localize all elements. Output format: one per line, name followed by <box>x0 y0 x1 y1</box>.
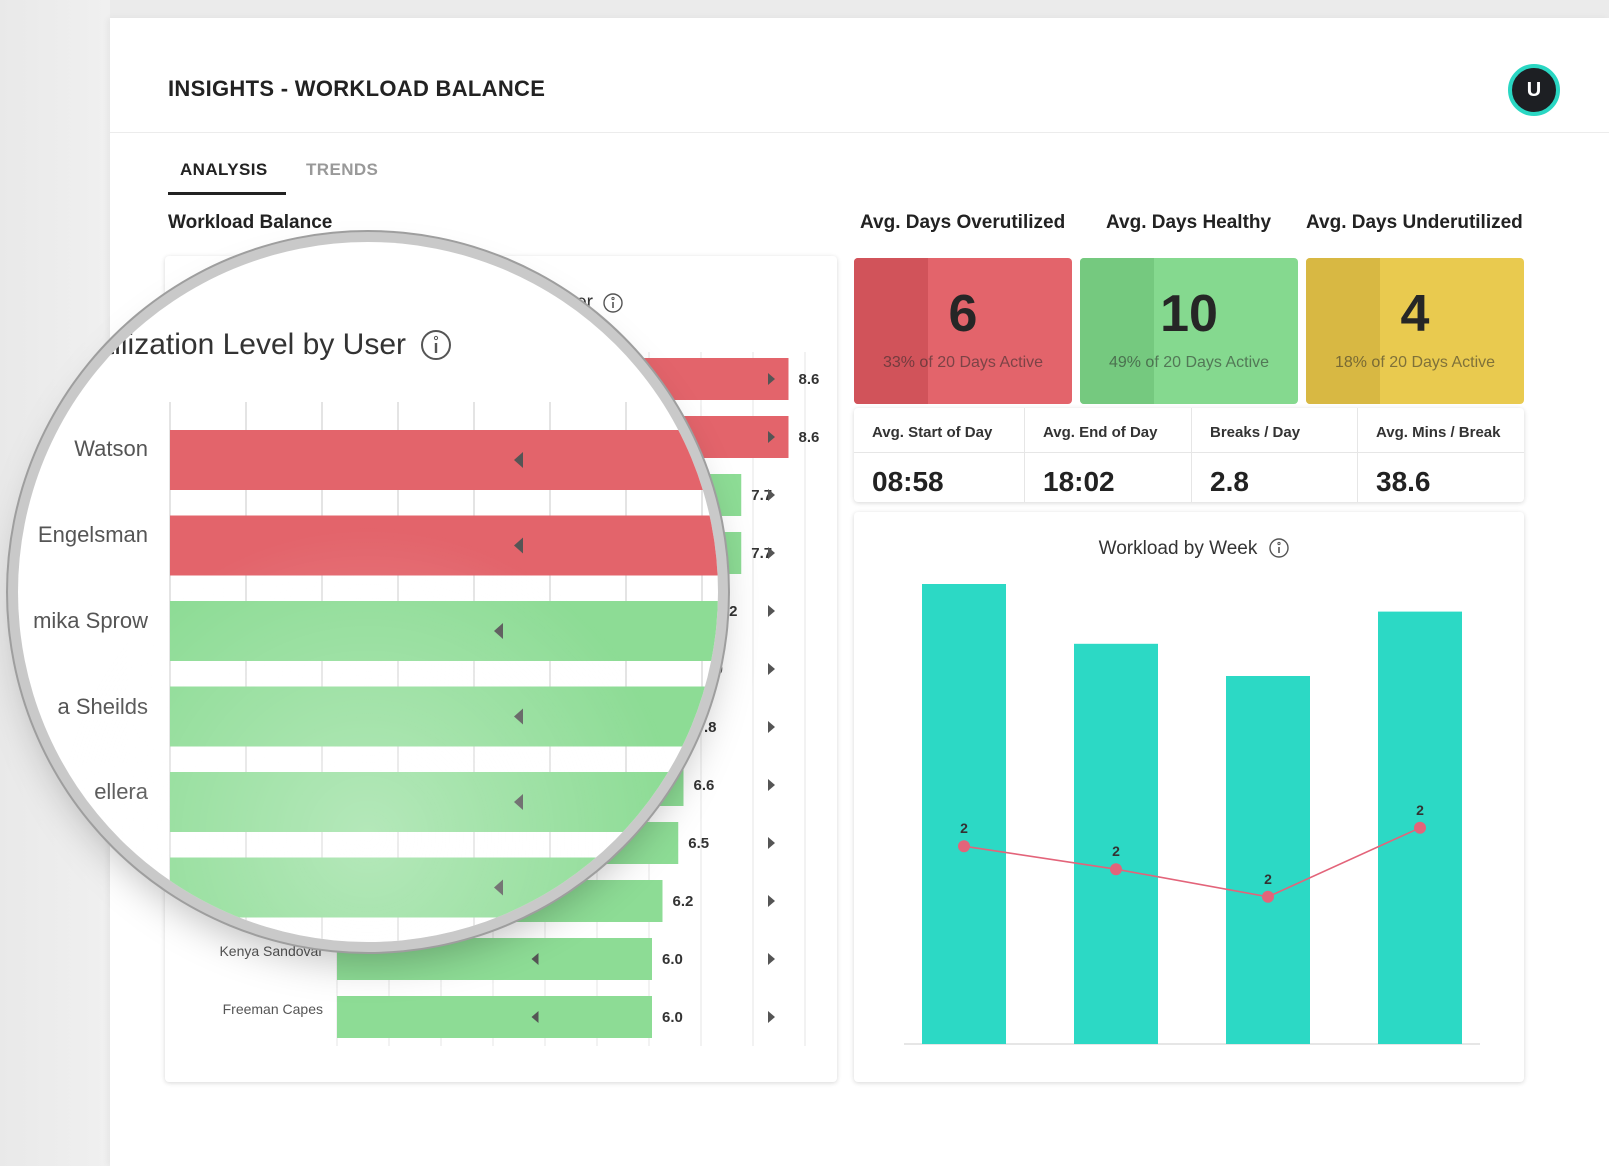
chevron-right-icon[interactable] <box>768 1011 775 1023</box>
metric-label: Avg. End of Day <box>1043 424 1158 441</box>
trend-point[interactable] <box>958 840 970 853</box>
user-label-kenya-sandovar: Kenya Sandovar <box>219 943 323 959</box>
point-label: 2 <box>1416 802 1424 818</box>
user-label-freeman-capes: Freeman Capes <box>223 1001 323 1017</box>
tile-overutilized[interactable]: 6 33% of 20 Days Active <box>854 258 1072 404</box>
page-title: INSIGHTS - WORKLOAD BALANCE <box>168 76 546 101</box>
tile-value: 10 <box>1160 285 1218 343</box>
point-label: 2 <box>960 820 968 836</box>
metric-mins-per-break: Avg. Mins / Break 38.6 <box>1357 408 1525 502</box>
chevron-right-icon[interactable] <box>768 605 775 617</box>
tile-subtext: 33% of 20 Days Active <box>882 354 1044 371</box>
metric-end-of-day: Avg. End of Day 18:02 <box>1024 408 1192 502</box>
tab-trends[interactable]: TRENDS <box>306 160 378 192</box>
chevron-right-icon[interactable] <box>768 721 775 733</box>
tile-underutilized[interactable]: 4 18% of 20 Days Active <box>1306 258 1524 404</box>
bar[interactable] <box>170 686 718 747</box>
line-series: 2 2 2 2 <box>958 802 1426 903</box>
value-label: 6.2 <box>673 893 694 910</box>
metric-value: 18:02 <box>1043 466 1115 497</box>
zoomed-utilization-chart: Utilization Level by User Watson Engelsm… <box>33 328 718 942</box>
metric-breaks-per-day: Breaks / Day 2.8 <box>1191 408 1358 502</box>
week-bar[interactable] <box>1226 676 1310 1044</box>
info-icon[interactable] <box>421 330 451 360</box>
value-label: .8 <box>704 719 717 736</box>
tile-healthy[interactable]: 10 49% of 20 Days Active <box>1080 258 1298 404</box>
metric-value: 08:58 <box>872 466 944 497</box>
value-label: 9 <box>715 661 723 678</box>
tile-heading-healthy: Avg. Days Healthy <box>1106 212 1272 233</box>
user-avatar[interactable]: U <box>1508 64 1560 116</box>
metric-value: 2.8 <box>1210 466 1249 497</box>
bar[interactable] <box>337 996 652 1038</box>
chevron-right-icon[interactable] <box>768 837 775 849</box>
magnifier-lens: Utilization Level by User Watson Engelsm… <box>18 242 718 942</box>
info-icon[interactable] <box>1269 538 1289 558</box>
trend-point[interactable] <box>1262 890 1274 903</box>
value-label: .2 <box>725 603 738 620</box>
user-label-sheilds: a Sheilds <box>57 694 148 719</box>
workload-balance-title: Workload Balance <box>168 212 333 233</box>
tile-heading-underutilized: Avg. Days Underutilized <box>1306 212 1523 233</box>
tile-value: 6 <box>948 285 978 343</box>
partial-chart-title: er <box>576 292 594 313</box>
metric-label: Avg. Start of Day <box>872 424 993 441</box>
tile-heading-overutilized: Avg. Days Overutilized <box>860 212 1066 233</box>
info-icon[interactable] <box>603 293 623 313</box>
workload-by-week-panel: Workload by Week 2 2 2 2 <box>854 512 1524 1082</box>
metric-label: Avg. Mins / Break <box>1376 424 1501 441</box>
chevron-right-icon[interactable] <box>768 779 775 791</box>
tab-analysis[interactable]: ANALYSIS <box>168 160 286 195</box>
value-label: 6.6 <box>694 777 715 794</box>
metric-value: 38.6 <box>1376 466 1431 497</box>
page-header: INSIGHTS - WORKLOAD BALANCE U <box>110 18 1609 133</box>
value-label: 6.0 <box>662 951 683 968</box>
tile-subtext: 18% of 20 Days Active <box>1334 354 1496 371</box>
zoomed-chart-title: Utilization Level by User <box>84 328 406 361</box>
chart-title: Workload by Week <box>1099 538 1258 559</box>
trend-point[interactable] <box>1414 821 1426 834</box>
chevron-right-icon[interactable] <box>768 895 775 907</box>
user-label-engelsman: Engelsman <box>38 522 148 547</box>
value-label: 8.6 <box>799 371 820 388</box>
metric-start-of-day: Avg. Start of Day 08:58 <box>854 408 1024 502</box>
chevron-right-icon[interactable] <box>768 953 775 965</box>
value-label: 6.5 <box>688 835 709 852</box>
workload-by-week-chart: Workload by Week 2 2 2 2 <box>904 538 1480 1045</box>
tile-subtext: 49% of 20 Days Active <box>1108 354 1270 371</box>
bar[interactable] <box>170 601 718 661</box>
bar[interactable] <box>170 515 718 576</box>
chevron-right-icon[interactable] <box>768 663 775 675</box>
bar[interactable] <box>170 430 718 490</box>
user-label-ellera: ellera <box>94 779 149 804</box>
metric-label: Breaks / Day <box>1210 424 1301 441</box>
value-label: 8.6 <box>799 429 820 446</box>
point-label: 2 <box>1264 871 1272 887</box>
point-label: 2 <box>1112 843 1120 859</box>
tile-value: 4 <box>1400 285 1430 343</box>
bar[interactable] <box>337 938 652 980</box>
week-bar[interactable] <box>922 584 1006 1044</box>
user-label-watson: Watson <box>74 436 148 461</box>
user-label-sprow: mika Sprow <box>33 608 148 633</box>
trend-point[interactable] <box>1110 863 1122 876</box>
value-label: 6.0 <box>662 1009 683 1026</box>
bar-series <box>922 584 1462 1044</box>
trend-line <box>963 827 1421 898</box>
metrics-panel: Avg. Start of Day 08:58 Avg. End of Day … <box>854 408 1524 502</box>
